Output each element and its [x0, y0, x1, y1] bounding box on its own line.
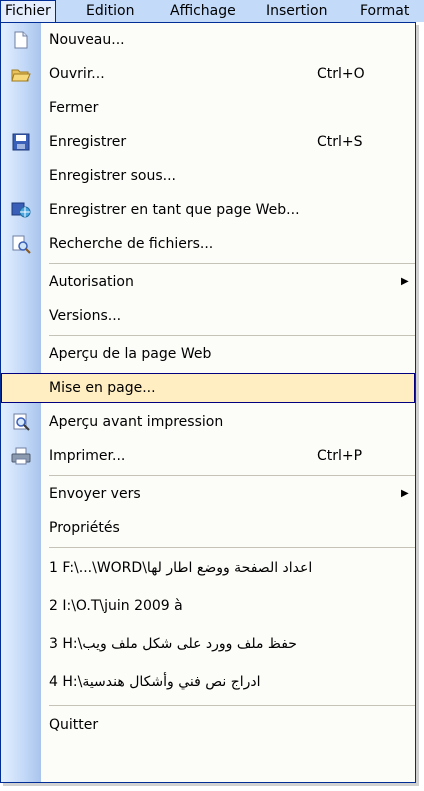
menu-item-enregistrer[interactable]: Enregistrer Ctrl+S [1, 125, 415, 159]
menu-insertion-label: Insertion [266, 3, 328, 19]
menu-item-fermer[interactable]: Fermer [1, 91, 415, 125]
menu-insertion[interactable]: Insertion [266, 0, 327, 22]
save-web-icon [11, 202, 31, 218]
menu-item-ouvrir[interactable]: Ouvrir... Ctrl+O [1, 57, 415, 91]
menu-item-imprimer-label: Imprimer... [49, 448, 126, 464]
menu-bar: Fichier Edition Affichage Insertion Form… [0, 0, 424, 22]
menu-item-envoyer-vers-label: Envoyer vers [49, 486, 141, 502]
menu-item-apercu-impression[interactable]: Aperçu avant impression [1, 405, 415, 439]
menu-item-enregistrer-sous[interactable]: Enregistrer sous... [1, 159, 415, 193]
menu-format[interactable]: Format [360, 0, 409, 22]
menu-item-autorisation[interactable]: Autorisation ▶ [1, 265, 415, 299]
menu-separator [49, 547, 415, 548]
menu-item-proprietes-label: Propriétés [49, 520, 120, 536]
menu-item-mise-en-page[interactable]: Mise en page... [1, 373, 415, 403]
recent-file-3[interactable]: 3 H:\حفظ ملف وورد على شكل ملف ويب [1, 625, 415, 663]
recent-file-4[interactable]: 4 H:\ادراج نص فني وأشكال هندسية [1, 663, 415, 701]
menu-separator [49, 705, 415, 706]
submenu-arrow-icon: ▶ [401, 488, 409, 499]
menu-format-label: Format [360, 3, 410, 19]
recent-file-4-label: 4 H:\ادراج نص فني وأشكال هندسية [49, 674, 261, 690]
menu-item-quitter-label: Quitter [49, 717, 99, 733]
menu-item-envoyer-vers[interactable]: Envoyer vers ▶ [1, 477, 415, 511]
menu-item-enregistrer-shortcut: Ctrl+S [317, 134, 363, 150]
printer-icon [11, 447, 31, 465]
new-document-icon [14, 31, 28, 49]
menu-item-recherche-label: Recherche de fichiers... [49, 236, 214, 252]
menu-item-autorisation-label: Autorisation [49, 274, 134, 290]
menu-item-nouveau-label: Nouveau... [49, 32, 125, 48]
menu-edition-label: Edition [86, 3, 135, 19]
menu-item-enregistrer-label: Enregistrer [49, 134, 127, 150]
menu-item-versions-label: Versions... [49, 308, 122, 324]
menu-item-nouveau[interactable]: Nouveau... [1, 23, 415, 57]
recent-file-1-label: 1 F:\...\WORD\اعداد الصفحة ووضع اطار لها [49, 560, 313, 576]
menu-item-ouvrir-label: Ouvrir... [49, 66, 105, 82]
menu-item-apercu-impression-label: Aperçu avant impression [49, 414, 224, 430]
open-folder-icon [11, 69, 31, 82]
menu-item-recherche[interactable]: Recherche de fichiers... [1, 227, 415, 261]
submenu-arrow-icon: ▶ [401, 276, 409, 287]
menu-item-imprimer-shortcut: Ctrl+P [317, 448, 363, 464]
menu-affichage[interactable]: Affichage [170, 0, 236, 22]
menu-affichage-label: Affichage [170, 3, 236, 19]
menu-item-apercu-web[interactable]: Aperçu de la page Web [1, 337, 415, 371]
recent-file-2[interactable]: 2 I:\O.T\juin 2009 à [1, 587, 415, 625]
menu-separator [49, 475, 415, 476]
menu-fichier-label: Fichier [5, 3, 51, 19]
menu-item-apercu-web-label: Aperçu de la page Web [49, 346, 212, 362]
fichier-dropdown-menu: Nouveau... Ouvrir... Ctrl+O Fermer Enreg… [0, 22, 416, 783]
print-preview-icon [13, 413, 30, 431]
recent-file-3-label: 3 H:\حفظ ملف وورد على شكل ملف ويب [49, 636, 297, 652]
menu-separator [49, 263, 415, 264]
menu-item-mise-en-page-label: Mise en page... [49, 380, 156, 396]
menu-item-quitter[interactable]: Quitter [1, 707, 415, 743]
menu-item-fermer-label: Fermer [49, 100, 99, 116]
menu-item-enregistrer-web[interactable]: Enregistrer en tant que page Web... [1, 193, 415, 227]
menu-fichier[interactable]: Fichier [0, 0, 56, 22]
menu-item-proprietes[interactable]: Propriétés [1, 511, 415, 545]
menu-separator [49, 335, 415, 336]
menu-item-imprimer[interactable]: Imprimer... Ctrl+P [1, 439, 415, 473]
file-search-icon [12, 235, 31, 254]
recent-file-2-label: 2 I:\O.T\juin 2009 à [49, 598, 183, 614]
menu-item-ouvrir-shortcut: Ctrl+O [317, 66, 365, 82]
save-disk-icon [12, 133, 30, 151]
recent-file-1[interactable]: 1 F:\...\WORD\اعداد الصفحة ووضع اطار لها [1, 549, 415, 587]
menu-item-enregistrer-web-label: Enregistrer en tant que page Web... [49, 202, 300, 218]
menu-item-enregistrer-sous-label: Enregistrer sous... [49, 168, 176, 184]
menu-item-versions[interactable]: Versions... [1, 299, 415, 333]
menu-edition[interactable]: Edition [86, 0, 134, 22]
